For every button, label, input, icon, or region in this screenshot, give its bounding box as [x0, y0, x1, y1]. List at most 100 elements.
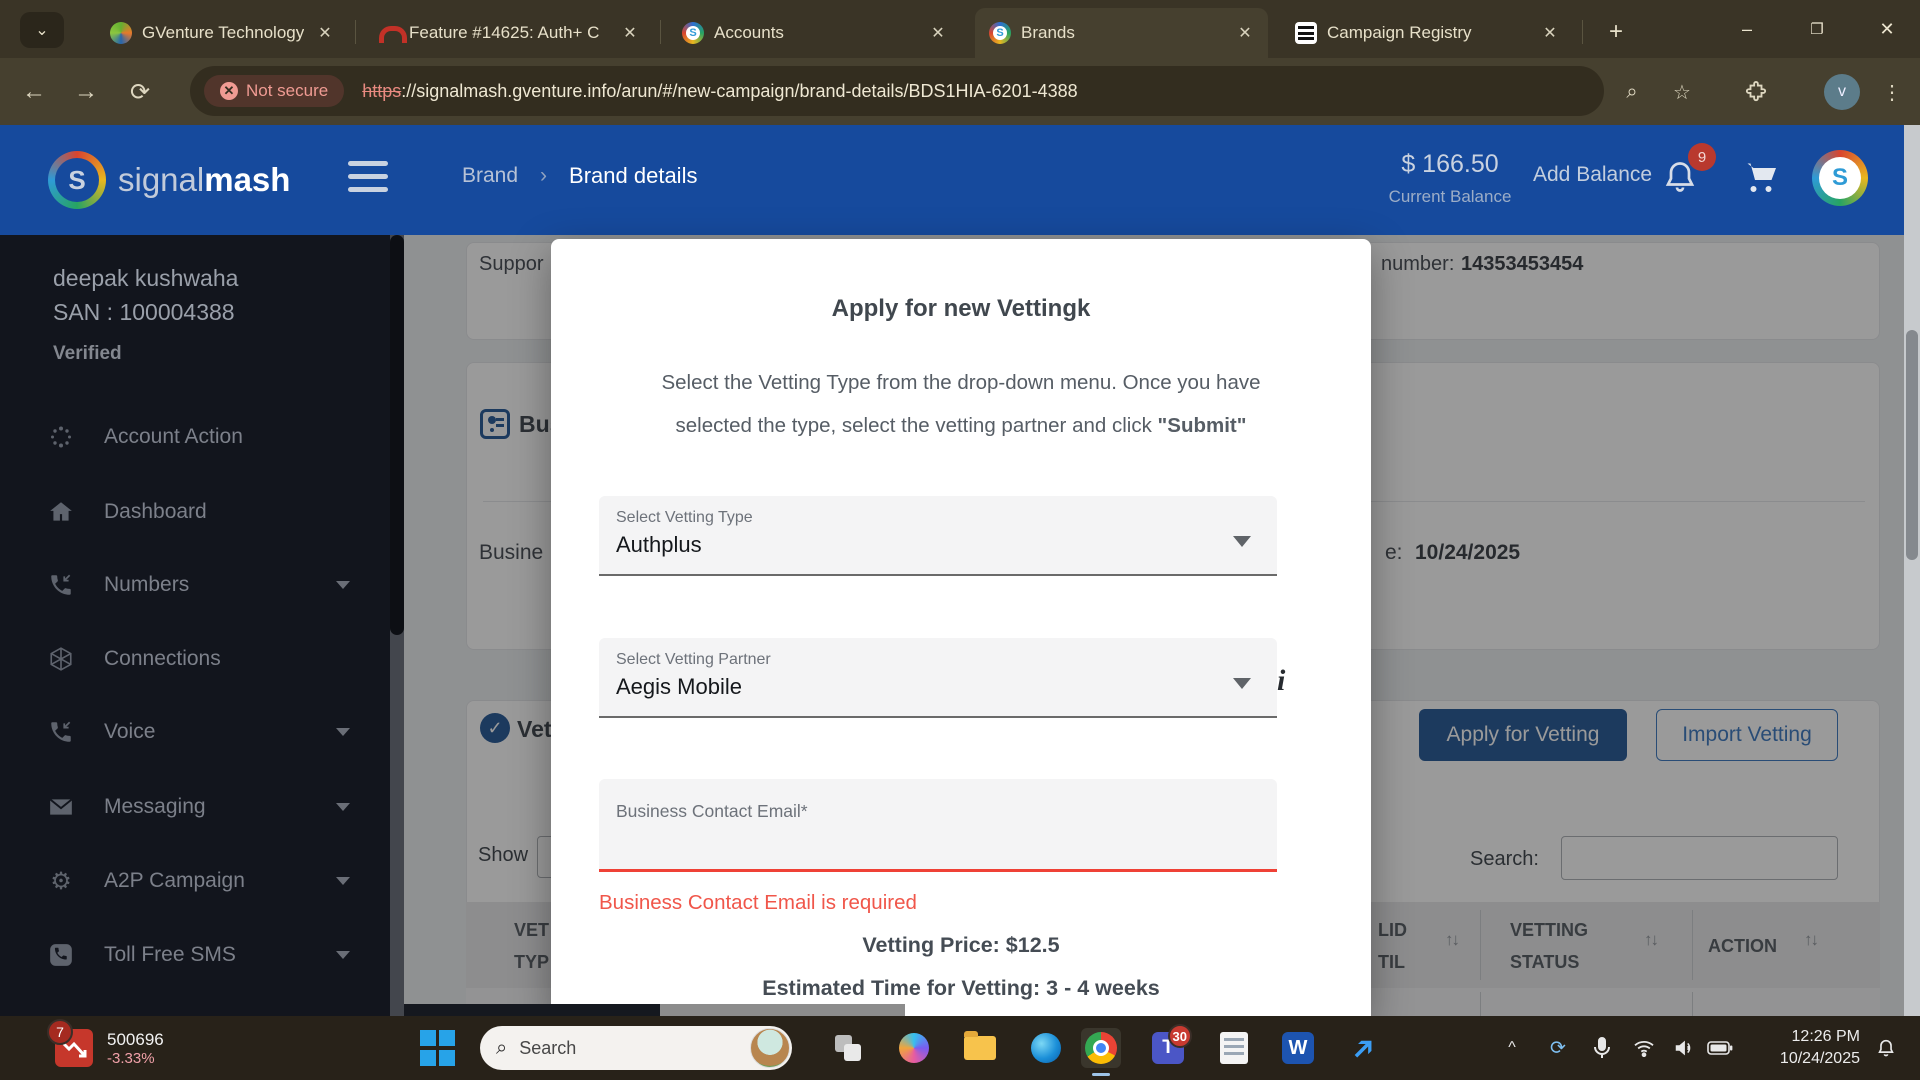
search-icon: ⌕	[496, 1037, 507, 1060]
browser-toolbar: ← → ⟳ ✕ Not secure https://signalmash.gv…	[0, 58, 1920, 125]
vetting-type-select[interactable]: Select Vetting Type Authplus	[599, 496, 1277, 576]
vertical-scrollbar-thumb[interactable]	[1906, 330, 1918, 560]
tray-chevron-up-icon[interactable]: ^	[1492, 1028, 1532, 1068]
chrome-button-active[interactable]	[1081, 1028, 1121, 1068]
microphone-icon[interactable]	[1582, 1028, 1622, 1068]
tab-feature[interactable]: Feature #14625: Auth+ C ✕	[363, 8, 653, 58]
chevron-down-icon	[336, 581, 350, 589]
tab-campaign-registry[interactable]: Campaign Registry ✕	[1281, 8, 1573, 58]
search-highlight-image[interactable]	[750, 1028, 790, 1068]
volume-icon[interactable]	[1664, 1028, 1704, 1068]
breadcrumb-parent[interactable]: Brand	[462, 164, 518, 188]
browser-profile-avatar[interactable]: v	[1824, 74, 1860, 110]
modal-description: Select the Vetting Type from the drop-do…	[621, 361, 1301, 447]
tab-search-chevron-button[interactable]: ⌄	[20, 12, 64, 48]
gear-icon: ⚙	[48, 868, 74, 894]
copilot-button[interactable]	[894, 1028, 934, 1068]
sidebar-item-label: Toll Free SMS	[104, 943, 236, 967]
address-bar[interactable]: ✕ Not secure https://signalmash.gventure…	[190, 66, 1604, 116]
hexagon-network-icon	[48, 646, 74, 672]
sidebar-item-label: Voice	[104, 720, 155, 744]
clock[interactable]: 12:26 PM 10/24/2025	[1742, 1026, 1860, 1070]
vetting-partner-select[interactable]: Select Vetting Partner Aegis Mobile	[599, 638, 1277, 718]
horizontal-scrollbar-thumb[interactable]	[660, 1004, 905, 1016]
sidebar-item-label: Numbers	[104, 573, 189, 597]
tab-accounts[interactable]: Accounts ✕	[668, 8, 961, 58]
breadcrumb-current: Brand details	[569, 163, 697, 189]
sidebar-item-voice[interactable]: Voice	[0, 710, 390, 754]
vertical-scrollbar-track[interactable]	[1904, 125, 1920, 1016]
apply-vetting-modal: Apply for new Vettingk Select the Vettin…	[551, 239, 1371, 1016]
user-name: deepak kushwaha	[53, 265, 238, 292]
widgets-button[interactable]: 7 500696 -3.33%	[55, 1022, 225, 1074]
stock-chart-icon: 7	[55, 1029, 93, 1067]
sidebar-item-connections[interactable]: Connections	[0, 637, 390, 681]
widget-change: -3.33%	[107, 1050, 164, 1067]
extensions-icon[interactable]	[1736, 72, 1776, 112]
tab-close-icon[interactable]: ✕	[617, 20, 643, 46]
security-chip[interactable]: ✕ Not secure	[204, 75, 344, 107]
bookmark-star-icon[interactable]: ☆	[1662, 72, 1702, 112]
sidebar-item-account-action[interactable]: Account Action	[0, 415, 390, 459]
tab-close-icon[interactable]: ✕	[1232, 20, 1258, 46]
info-icon[interactable]: i	[1277, 664, 1285, 698]
phone-incoming-icon	[48, 572, 74, 598]
chevron-down-icon	[336, 877, 350, 885]
sidebar-item-label: Account Action	[104, 425, 243, 449]
forward-button[interactable]: →	[66, 72, 106, 112]
sync-icon[interactable]: ⟳	[1538, 1028, 1578, 1068]
browser-menu-kebab-icon[interactable]: ⋮	[1872, 72, 1912, 112]
sidebar-item-numbers[interactable]: Numbers	[0, 563, 390, 607]
tab-separator	[1582, 20, 1583, 44]
tab-close-icon[interactable]: ✕	[312, 20, 338, 46]
signalmash-logo-text[interactable]: signalmash	[118, 161, 290, 199]
wifi-icon[interactable]	[1624, 1028, 1664, 1068]
battery-icon[interactable]	[1700, 1028, 1740, 1068]
signalmash-logo-icon[interactable]	[48, 151, 106, 209]
sidebar-item-toll-free-sms[interactable]: Toll Free SMS	[0, 933, 390, 977]
business-contact-email-field[interactable]: Business Contact Email*	[599, 779, 1277, 872]
taskbar-search-box[interactable]: ⌕ Search	[480, 1026, 792, 1070]
account-avatar[interactable]	[1812, 150, 1868, 206]
screen: ⌄ GVenture Technology Pvt. ✕ Feature #14…	[0, 0, 1920, 1080]
new-tab-button[interactable]: +	[1598, 16, 1634, 48]
url-text: https://signalmash.gventure.info/arun/#/…	[362, 81, 1077, 102]
vetting-type-label: Select Vetting Type	[616, 509, 753, 527]
cart-icon[interactable]	[1742, 159, 1780, 200]
current-balance-amount: $ 166.50	[1355, 150, 1545, 179]
sidebar-item-a2p-campaign[interactable]: ⚙ A2P Campaign	[0, 859, 390, 903]
chevron-down-icon	[336, 803, 350, 811]
tab-close-icon[interactable]: ✕	[1537, 20, 1563, 46]
modal-description-bold: "Submit"	[1158, 414, 1247, 437]
word-button[interactable]: W	[1278, 1028, 1318, 1068]
back-button[interactable]: ←	[14, 72, 54, 112]
window-close-button[interactable]: ✕	[1864, 12, 1910, 46]
document-favicon-icon	[1295, 22, 1317, 44]
sidebar-toggle-hamburger-icon[interactable]	[348, 161, 388, 195]
window-minimize-button[interactable]: –	[1724, 12, 1770, 46]
sidebar-item-dashboard[interactable]: Dashboard	[0, 490, 390, 534]
tab-close-icon[interactable]: ✕	[925, 20, 951, 46]
teams-button[interactable]: T30	[1148, 1028, 1188, 1068]
zoom-search-icon[interactable]: ⌕	[1612, 72, 1652, 112]
edge-button[interactable]	[1026, 1028, 1066, 1068]
sidebar-scrollbar-thumb[interactable]	[390, 235, 404, 635]
tab-gventure[interactable]: GVenture Technology Pvt. ✕	[96, 8, 348, 58]
tab-separator	[355, 20, 356, 44]
notification-center-icon[interactable]	[1866, 1028, 1906, 1068]
notepad-button[interactable]	[1214, 1028, 1254, 1068]
start-button[interactable]	[420, 1030, 456, 1066]
sidebar-item-label: Dashboard	[104, 500, 207, 524]
file-explorer-button[interactable]	[960, 1028, 1000, 1068]
search-placeholder: Search	[519, 1038, 750, 1059]
security-chip-label: Not secure	[246, 81, 328, 101]
tab-brands-active[interactable]: Brands ✕	[975, 8, 1268, 58]
sidebar-item-messaging[interactable]: Messaging	[0, 785, 390, 829]
reload-button[interactable]: ⟳	[120, 72, 160, 112]
shared-arrow-app-button[interactable]: ➔	[1344, 1028, 1384, 1068]
window-restore-button[interactable]: ❐	[1794, 12, 1840, 46]
task-view-button[interactable]	[828, 1028, 868, 1068]
chevron-down-icon	[336, 728, 350, 736]
add-balance-button[interactable]: Add Balance	[1533, 163, 1652, 187]
tab-title: GVenture Technology Pvt.	[142, 23, 304, 43]
